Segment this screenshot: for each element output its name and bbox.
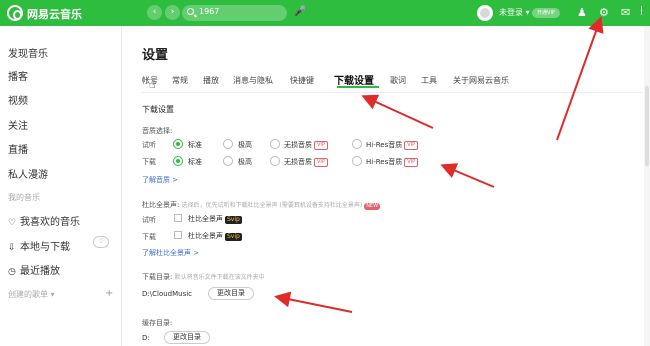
- tab-about[interactable]: 关于网易云音乐: [453, 75, 509, 86]
- mouse-cursor-icon: ☝: [149, 78, 156, 91]
- add-playlist-button[interactable]: +: [105, 288, 113, 299]
- download-dolby-checkbox[interactable]: [174, 231, 182, 239]
- scrollbar[interactable]: [644, 26, 650, 346]
- sidebar-item-fm[interactable]: 私人漫游: [8, 166, 48, 181]
- window-divider: |: [640, 6, 644, 16]
- quality-label: 音质选择:: [142, 127, 173, 135]
- clock-icon: ◷: [8, 267, 16, 277]
- avatar[interactable]: [477, 5, 493, 21]
- dolby-label: 杜比全景声: 选择后，优先试听和下载杜比全景声 (需要耳机设备支持杜比全景声) N…: [142, 201, 381, 210]
- vip-tag: VIP: [404, 141, 419, 150]
- search-icon: [187, 8, 194, 15]
- download-high-radio[interactable]: [223, 156, 233, 166]
- download-icon: ⇩: [8, 243, 16, 253]
- vip-tag: VIP: [404, 158, 419, 167]
- download-dir-path: D:\CloudMusic: [142, 290, 193, 298]
- option-label: Hi-Res音质 VIP: [366, 157, 419, 167]
- option-label: Hi-Res音质 VIP: [366, 140, 419, 150]
- download-standard-radio[interactable]: [173, 156, 183, 166]
- sidebar-item-label: 本地与下载: [20, 242, 70, 253]
- app-name: 网易云音乐: [27, 8, 82, 21]
- sidebar-item-follow[interactable]: 关注: [8, 117, 28, 132]
- new-tag: NEW: [364, 203, 381, 210]
- cache-dir-label: 缓存目录:: [142, 319, 173, 327]
- sidebar-item-podcast[interactable]: 播客: [8, 68, 28, 83]
- sidebar-item-live[interactable]: 直播: [8, 141, 28, 156]
- download-dir-hint: 默认将音乐文件下载在该文件夹中: [174, 274, 265, 281]
- shirt-icon[interactable]: ♟: [577, 6, 587, 19]
- trial-standard-radio[interactable]: [173, 139, 183, 149]
- svip-tag: Svip: [225, 216, 242, 224]
- change-download-dir-button[interactable]: 更改目录: [208, 287, 254, 300]
- tab-lyrics[interactable]: 歌词: [390, 75, 406, 86]
- trial-lossless-radio[interactable]: [270, 139, 280, 149]
- heart-mode-button[interactable]: ♡: [93, 236, 109, 248]
- search-input[interactable]: 1967: [182, 5, 287, 21]
- cache-dir-path: D:: [142, 334, 150, 342]
- sidebar-item-recent[interactable]: ◷ 最近播放: [8, 262, 60, 277]
- tab-shortcuts[interactable]: 快捷键: [290, 75, 314, 86]
- page-title: 设置: [142, 48, 169, 63]
- active-tab-indicator: [337, 86, 379, 88]
- option-label: 极高: [238, 141, 252, 149]
- heart-icon: ♡: [8, 218, 17, 228]
- sidebar-item-liked[interactable]: ♡ 我喜欢的音乐: [8, 213, 80, 228]
- settings-panel: 设置 帐号 常规 播放 消息与隐私 快捷键 下载设置 歌词 工具 关于网易云音乐…: [122, 26, 650, 346]
- login-button[interactable]: 未登录 ▾: [499, 7, 530, 18]
- vip-tag: VIP: [314, 141, 328, 150]
- tab-general[interactable]: 常规: [172, 75, 188, 86]
- option-label: 杜比全景声 Svip: [188, 232, 242, 241]
- gear-icon[interactable]: ⚙: [599, 6, 609, 19]
- learn-quality-link[interactable]: 了解音质 >: [142, 175, 178, 185]
- sidebar-item-label: 我喜欢的音乐: [20, 217, 80, 228]
- tab-download-settings[interactable]: 下载设置: [334, 72, 374, 87]
- learn-dolby-link[interactable]: 了解杜比全景声 >: [142, 248, 199, 258]
- vip-badge[interactable]: 开通VIP: [532, 8, 560, 18]
- tab-tools[interactable]: 工具: [421, 75, 437, 86]
- trial-hires-radio[interactable]: [352, 139, 362, 149]
- download-row-label: 下载: [142, 158, 156, 166]
- sidebar-section-created[interactable]: 创建的歌单 ▾: [8, 289, 55, 300]
- sidebar-item-local[interactable]: ⇩ 本地与下载: [8, 238, 70, 253]
- option-label: 标准: [188, 141, 202, 149]
- divider: [142, 92, 642, 93]
- trial-dolby-checkbox[interactable]: [174, 214, 182, 222]
- scrollbar-thumb[interactable]: [645, 86, 649, 166]
- option-label: 无损音质 VIP: [284, 140, 328, 150]
- option-label: 无损音质 VIP: [284, 157, 328, 167]
- tab-playback[interactable]: 播放: [203, 75, 219, 86]
- download-lossless-radio[interactable]: [270, 156, 280, 166]
- svip-tag: Svip: [225, 233, 242, 241]
- sidebar-item-video[interactable]: 视频: [8, 92, 28, 107]
- trial-high-radio[interactable]: [223, 139, 233, 149]
- trial-row-label: 试听: [142, 216, 156, 224]
- download-section-title: 下载设置: [142, 105, 174, 114]
- dolby-hint: 选择后，优先试听和下载杜比全景声 (需要耳机设备支持杜比全景声): [181, 202, 363, 209]
- back-button[interactable]: ‹: [147, 5, 162, 20]
- change-cache-dir-button[interactable]: 更改目录: [164, 331, 210, 344]
- download-dir-label: 下载目录: 默认将音乐文件下载在该文件夹中: [142, 273, 265, 281]
- download-hires-radio[interactable]: [352, 156, 362, 166]
- mail-icon[interactable]: ✉: [621, 6, 630, 19]
- forward-button[interactable]: ›: [165, 5, 180, 20]
- search-query: 1967: [199, 7, 220, 16]
- option-label: 标准: [188, 158, 202, 166]
- trial-row-label: 试听: [142, 141, 156, 149]
- option-label: 杜比全景声 Svip: [188, 215, 242, 224]
- tab-privacy[interactable]: 消息与隐私: [233, 75, 273, 86]
- microphone-icon[interactable]: 🎤: [294, 6, 306, 17]
- title-bar: 网易云音乐 ‹ › 1967 🎤 未登录 ▾ 开通VIP ♟ ⚙ ✉ |: [0, 0, 650, 26]
- netease-logo-icon: [7, 5, 23, 21]
- sidebar: 发现音乐 播客 视频 关注 直播 私人漫游 我的音乐 ♡ 我喜欢的音乐 ♡ ⇩ 本地…: [0, 26, 122, 346]
- download-row-label: 下载: [142, 233, 156, 241]
- option-label: 极高: [238, 158, 252, 166]
- sidebar-item-discover[interactable]: 发现音乐: [8, 45, 48, 60]
- vip-tag: VIP: [314, 158, 328, 167]
- sidebar-section-my-music: 我的音乐: [8, 193, 40, 202]
- sidebar-item-label: 最近播放: [20, 266, 60, 277]
